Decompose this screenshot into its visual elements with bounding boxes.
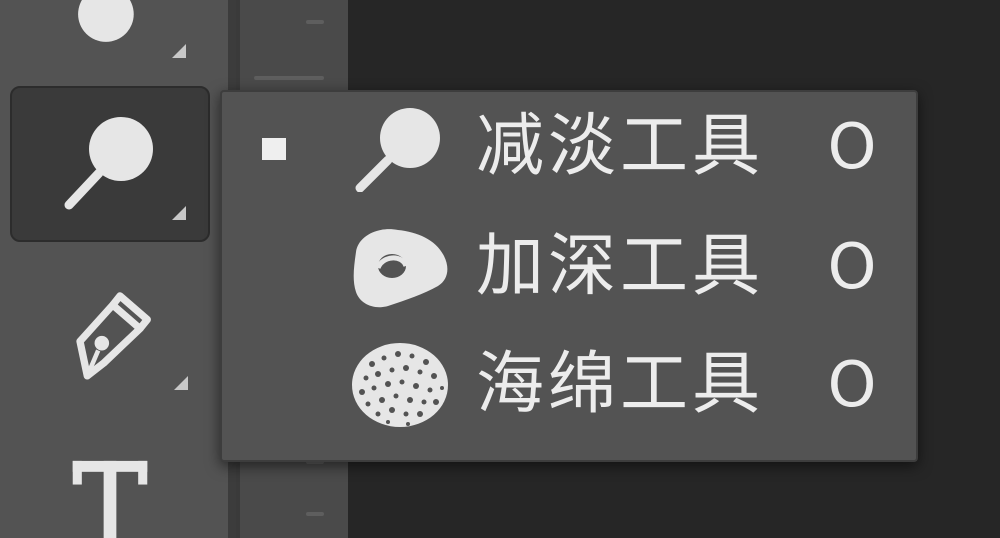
tool-type[interactable] bbox=[10, 440, 210, 538]
tool-pen[interactable] bbox=[10, 270, 210, 400]
menu-item-shortcut: O bbox=[827, 348, 877, 421]
tool-flyout-menu: 减淡工具 O 加深工具 O 海绵工具 O bbox=[220, 90, 918, 462]
menu-item-label: 海绵工具 bbox=[476, 345, 765, 424]
menu-item-label: 加深工具 bbox=[476, 227, 765, 306]
menu-item-burn-tool[interactable]: 加深工具 O bbox=[222, 212, 916, 322]
tool-blur[interactable] bbox=[10, 0, 210, 60]
burn-icon bbox=[353, 229, 448, 308]
tool-dodge[interactable] bbox=[10, 86, 210, 242]
menu-item-dodge-tool[interactable]: 减淡工具 O bbox=[222, 92, 916, 202]
drop-icon bbox=[78, 0, 134, 42]
menu-item-shortcut: O bbox=[827, 110, 877, 183]
type-icon bbox=[72, 460, 148, 538]
pen-icon bbox=[76, 292, 151, 380]
sponge-icon bbox=[352, 343, 448, 427]
submenu-indicator-icon bbox=[174, 376, 188, 390]
submenu-indicator-icon bbox=[172, 206, 186, 220]
submenu-indicator-icon bbox=[172, 44, 186, 58]
menu-item-sponge-tool[interactable]: 海绵工具 O bbox=[222, 330, 916, 440]
menu-item-label: 减淡工具 bbox=[476, 107, 765, 186]
toolbar bbox=[0, 0, 228, 538]
selected-indicator-icon bbox=[262, 138, 286, 160]
dodge-icon bbox=[355, 108, 440, 192]
menu-item-shortcut: O bbox=[827, 230, 877, 303]
dodge-icon bbox=[64, 117, 153, 210]
